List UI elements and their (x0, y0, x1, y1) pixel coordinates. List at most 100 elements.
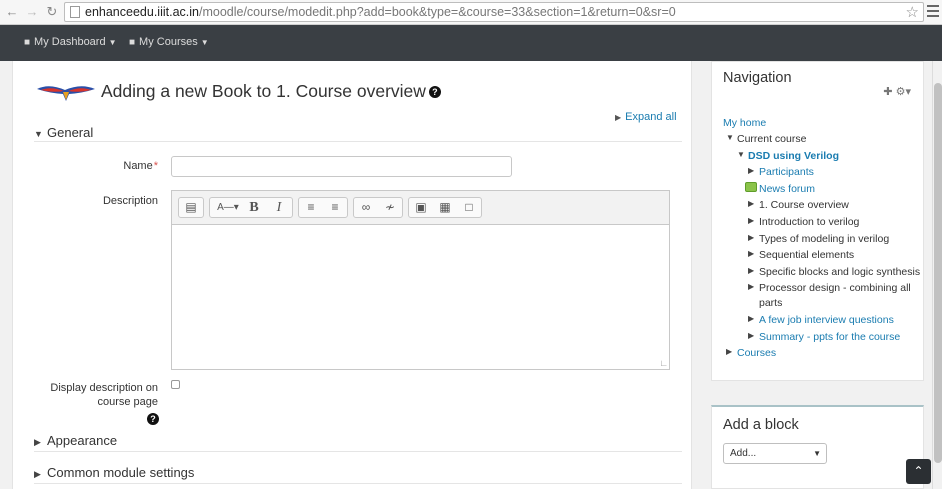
triangle-right-icon: ▶ (748, 331, 755, 340)
appearance-section-header[interactable]: ▶ Appearance (34, 433, 117, 448)
general-header-label: General (47, 125, 94, 140)
nav-item-label: Summary - ppts for the course (759, 331, 901, 343)
common-module-settings-header[interactable]: ▶ Common module settings (34, 465, 194, 480)
required-asterisk-icon: * (153, 160, 158, 172)
forward-arrow-icon[interactable]: → (24, 4, 40, 20)
bookmark-star-icon[interactable]: ☆ (906, 3, 919, 21)
unlink-icon[interactable]: ≁ (378, 198, 402, 217)
nav-course-name[interactable]: ▼ DSD using Verilog (737, 150, 839, 162)
nav-item-section[interactable]: ▶ 1. Course overview (748, 199, 849, 211)
nav-item-link[interactable]: ▶ Summary - ppts for the course (748, 331, 901, 343)
nav-item-section[interactable]: ▶ Specific blocks and logic synthesis (748, 266, 920, 278)
url-path: /moodle/course/modedit.php?add=book&type… (198, 5, 676, 19)
nav-item-label: A few job interview questions (759, 314, 894, 326)
nav-item-participants[interactable]: ▶ Participants (748, 166, 814, 178)
appearance-header-label: Appearance (47, 433, 118, 448)
image-icon[interactable]: ▣ (409, 198, 433, 217)
reload-icon[interactable]: ↻ (44, 4, 60, 20)
block-controls: ✚ ⚙▾ (883, 85, 911, 98)
url-host: enhanceedu.iiit.ac.in (85, 5, 199, 19)
help-icon[interactable]: ? (147, 413, 159, 425)
media-icon[interactable]: ▦ (433, 198, 457, 217)
nav-item-label: News forum (759, 183, 816, 195)
ordered-list-icon[interactable]: ≡ (323, 198, 347, 217)
back-arrow-icon[interactable]: ← (4, 4, 20, 20)
name-input[interactable] (171, 156, 512, 177)
nav-item-section-continued[interactable]: parts (759, 297, 782, 309)
triangle-right-icon: ▶ (748, 233, 755, 242)
add-block-block: Add a block Add... ▼ (711, 405, 924, 489)
triangle-right-icon: ▶ (34, 469, 41, 479)
add-block-title: Add a block (723, 417, 799, 433)
display-description-label-line2: course page (97, 396, 158, 408)
add-block-select[interactable]: Add... ▼ (723, 443, 827, 464)
nav-item-section[interactable]: ▶ Types of modeling in verilog (748, 233, 889, 245)
my-courses-label: My Courses (139, 36, 198, 48)
nav-item-section[interactable]: ▶ Sequential elements (748, 249, 854, 261)
browser-menu-icon[interactable] (927, 5, 939, 19)
help-icon[interactable]: ? (428, 86, 441, 99)
chevron-down-icon: ▼ (200, 38, 209, 47)
description-editor[interactable]: ▤ A—▾ B I ≡ ≡ ∞ ≁ ▣ ▦ □ ∟ (171, 190, 670, 370)
navigation-block: Navigation ✚ ⚙▾ My home ▼ Current course … (711, 61, 924, 381)
display-description-label-line1: Display description on (50, 382, 158, 394)
toolbar-group-links: ∞ ≁ (353, 197, 403, 218)
site-logo (37, 86, 95, 101)
unordered-list-icon[interactable]: ≡ (299, 198, 323, 217)
nav-item-section[interactable]: ▶ Processor design - combining all (748, 282, 911, 294)
toolbar-group-lists: ≡ ≡ (298, 197, 348, 218)
triangle-down-icon: ▼ (34, 129, 43, 139)
section-divider (34, 483, 682, 484)
general-section-header[interactable]: ▼ General (34, 125, 93, 140)
nav-item-label: Processor design - combining all (759, 282, 911, 294)
triangle-right-icon: ▶ (34, 437, 41, 447)
top-navbar: ■ My Dashboard ▼ ■ My Courses ▼ (0, 25, 942, 61)
link-icon[interactable]: ∞ (354, 198, 378, 217)
page-scrollbar[interactable] (932, 61, 942, 489)
resize-grip-icon[interactable]: ∟ (659, 358, 668, 368)
italic-icon[interactable]: I (267, 198, 291, 217)
bold-icon[interactable]: B (242, 198, 266, 217)
add-block-select-value: Add... (730, 448, 757, 459)
chevron-up-icon: ⌃ (913, 464, 924, 478)
paragraph-style-icon[interactable]: A—▾ (213, 198, 243, 217)
dashboard-icon: ■ (24, 37, 31, 48)
expand-all-label: Expand all (625, 111, 677, 123)
expand-all-link[interactable]: ▶ Expand all (615, 111, 677, 123)
url-text[interactable]: enhanceedu.iiit.ac.in/moodle/course/mode… (85, 5, 676, 19)
gear-icon[interactable]: ⚙▾ (896, 86, 911, 98)
nav-item-link[interactable]: ▶ A few job interview questions (748, 314, 894, 326)
description-label: Description (73, 195, 158, 207)
editor-toolbar: ▤ A—▾ B I ≡ ≡ ∞ ≁ ▣ ▦ □ (172, 191, 669, 225)
triangle-right-icon: ▶ (748, 249, 755, 258)
forum-icon (745, 182, 757, 192)
page-title: Adding a new Book to 1. Course overview? (101, 81, 441, 102)
scroll-to-top-button[interactable]: ⌃ (906, 459, 931, 484)
nav-item-section[interactable]: ▶ Introduction to verilog (748, 216, 860, 228)
my-dashboard-label: My Dashboard (34, 36, 106, 48)
page-icon (70, 6, 80, 18)
chevron-down-icon: ▼ (108, 38, 117, 47)
nav-my-home[interactable]: My home (723, 117, 766, 129)
nav-item-label: Introduction to verilog (759, 216, 860, 228)
my-dashboard-menu[interactable]: ■ My Dashboard ▼ (24, 36, 117, 48)
nav-courses[interactable]: ▶ Courses (726, 347, 776, 359)
toolbar-toggle-icon[interactable]: ▤ (179, 198, 203, 217)
name-label-text: Name (123, 160, 153, 172)
triangle-down-icon: ▼ (726, 133, 734, 142)
triangle-right-icon: ▶ (748, 199, 755, 208)
triangle-down-icon: ▼ (737, 150, 745, 159)
triangle-right-icon: ▶ (748, 266, 755, 275)
address-bar[interactable]: enhanceedu.iiit.ac.in/moodle/course/mode… (64, 2, 924, 22)
my-courses-menu[interactable]: ■ My Courses ▼ (129, 36, 209, 48)
triangle-right-icon: ▶ (726, 347, 733, 356)
display-description-checkbox[interactable] (171, 380, 180, 389)
name-label: Name* (73, 160, 158, 172)
triangle-right-icon: ▶ (748, 314, 755, 323)
move-icon[interactable]: ✚ (883, 86, 892, 98)
triangle-right-icon: ▶ (748, 216, 755, 225)
nav-current-course[interactable]: ▼ Current course (726, 133, 806, 145)
nav-item-news-forum[interactable]: News forum (745, 182, 816, 195)
file-manager-icon[interactable]: □ (457, 198, 481, 217)
scrollbar-thumb[interactable] (934, 83, 942, 463)
